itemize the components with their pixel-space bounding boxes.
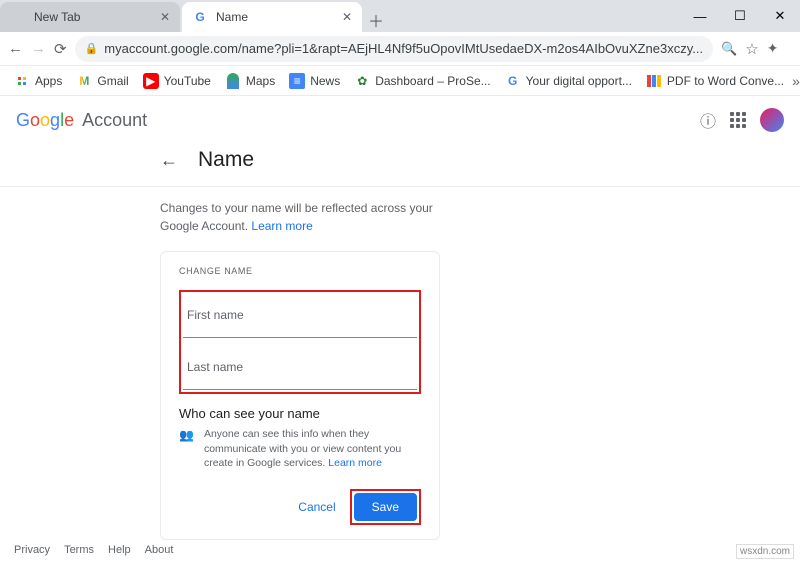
back-arrow-icon[interactable]: ← xyxy=(160,150,178,171)
card-label: CHANGE NAME xyxy=(179,266,421,276)
bm-label: Dashboard – ProSe... xyxy=(375,74,490,88)
first-name-label: First name xyxy=(187,308,244,322)
new-tab-button[interactable]: ＋ xyxy=(364,8,388,32)
subtitle: Changes to your name will be reflected a… xyxy=(160,199,460,235)
bm-label: Your digital opport... xyxy=(526,74,632,88)
maps-icon xyxy=(225,73,241,89)
address-bar[interactable]: 🔒 myaccount.google.com/name?pli=1&rapt=A… xyxy=(75,36,713,62)
first-name-group: First name xyxy=(183,294,417,338)
tab-title: Name xyxy=(216,10,342,24)
people-icon: 👥 xyxy=(179,427,194,471)
chrome-menu-icon[interactable]: ⋮ xyxy=(794,39,800,59)
last-name-group: Last name xyxy=(183,346,417,390)
change-name-card: CHANGE NAME First name Last name Who can… xyxy=(160,251,440,540)
gmail-icon: M xyxy=(76,73,92,89)
footer-about[interactable]: About xyxy=(145,544,174,556)
maximize-button[interactable]: ☐ xyxy=(720,0,760,32)
bm-label: YouTube xyxy=(164,74,211,88)
tab-title: New Tab xyxy=(34,10,160,24)
page-title: Name xyxy=(198,148,254,172)
bookmark-dashboard[interactable]: ✿ Dashboard – ProSe... xyxy=(348,73,496,89)
news-icon: ≡ xyxy=(289,73,305,89)
bookmark-maps[interactable]: Maps xyxy=(219,73,281,89)
cancel-button[interactable]: Cancel xyxy=(298,500,335,514)
bookmarks-overflow-icon[interactable]: » xyxy=(792,73,800,89)
close-icon[interactable]: ✕ xyxy=(160,10,170,24)
reload-icon[interactable]: ⟳ xyxy=(54,39,67,59)
bookmark-news[interactable]: ≡ News xyxy=(283,73,346,89)
who-can-see-title: Who can see your name xyxy=(179,406,421,421)
bookmark-pdf[interactable]: PDF to Word Conve... xyxy=(640,73,790,89)
google-apps-icon[interactable] xyxy=(730,112,746,128)
learn-more-link[interactable]: Learn more xyxy=(251,219,312,233)
search-icon[interactable]: 🔍 xyxy=(721,39,737,59)
bm-label: News xyxy=(310,74,340,88)
close-icon[interactable]: ✕ xyxy=(342,10,352,24)
save-button[interactable]: Save xyxy=(354,493,417,521)
bm-label: Maps xyxy=(246,74,275,88)
who-can-see-body: 👥 Anyone can see this info when they com… xyxy=(179,427,421,471)
bm-label: Gmail xyxy=(97,74,128,88)
pdf-icon xyxy=(646,73,662,89)
google-favicon: G xyxy=(192,9,208,25)
bookmark-digital[interactable]: G Your digital opport... xyxy=(499,73,638,89)
last-name-label: Last name xyxy=(187,360,243,374)
account-avatar[interactable] xyxy=(760,108,784,132)
google-account-logo[interactable]: Google Account xyxy=(16,110,147,131)
extensions-icon[interactable]: ✦ xyxy=(767,39,779,59)
minimize-button[interactable]: — xyxy=(680,0,720,32)
bookmark-apps[interactable]: Apps xyxy=(8,73,68,89)
logo-account-text: Account xyxy=(82,110,147,131)
blank-favicon xyxy=(10,9,26,25)
bm-label: Apps xyxy=(35,74,62,88)
leaf-icon: ✿ xyxy=(354,73,370,89)
who-learn-more-link[interactable]: Learn more xyxy=(328,457,382,469)
star-icon[interactable]: ☆ xyxy=(745,39,758,59)
tab-new[interactable]: New Tab ✕ xyxy=(0,2,180,32)
youtube-icon: ▶ xyxy=(143,73,159,89)
bm-label: PDF to Word Conve... xyxy=(667,74,784,88)
google-icon: G xyxy=(505,73,521,89)
watermark: wsxdn.com xyxy=(736,544,794,559)
nav-forward-icon: → xyxy=(31,39,46,59)
save-button-highlight: Save xyxy=(350,489,421,525)
close-window-button[interactable]: ✕ xyxy=(760,0,800,32)
url-text: myaccount.google.com/name?pli=1&rapt=AEj… xyxy=(104,41,703,56)
footer-links: Privacy Terms Help About xyxy=(14,544,173,556)
bookmark-gmail[interactable]: M Gmail xyxy=(70,73,134,89)
bookmark-youtube[interactable]: ▶ YouTube xyxy=(137,73,217,89)
tab-name[interactable]: G Name ✕ xyxy=(182,2,362,32)
help-icon[interactable]: ⓘ xyxy=(700,108,716,132)
footer-terms[interactable]: Terms xyxy=(64,544,94,556)
nav-back-icon[interactable]: ← xyxy=(8,39,23,59)
footer-help[interactable]: Help xyxy=(108,544,131,556)
lock-icon: 🔒 xyxy=(85,42,99,55)
footer-privacy[interactable]: Privacy xyxy=(14,544,50,556)
name-fields-highlight: First name Last name xyxy=(179,290,421,394)
